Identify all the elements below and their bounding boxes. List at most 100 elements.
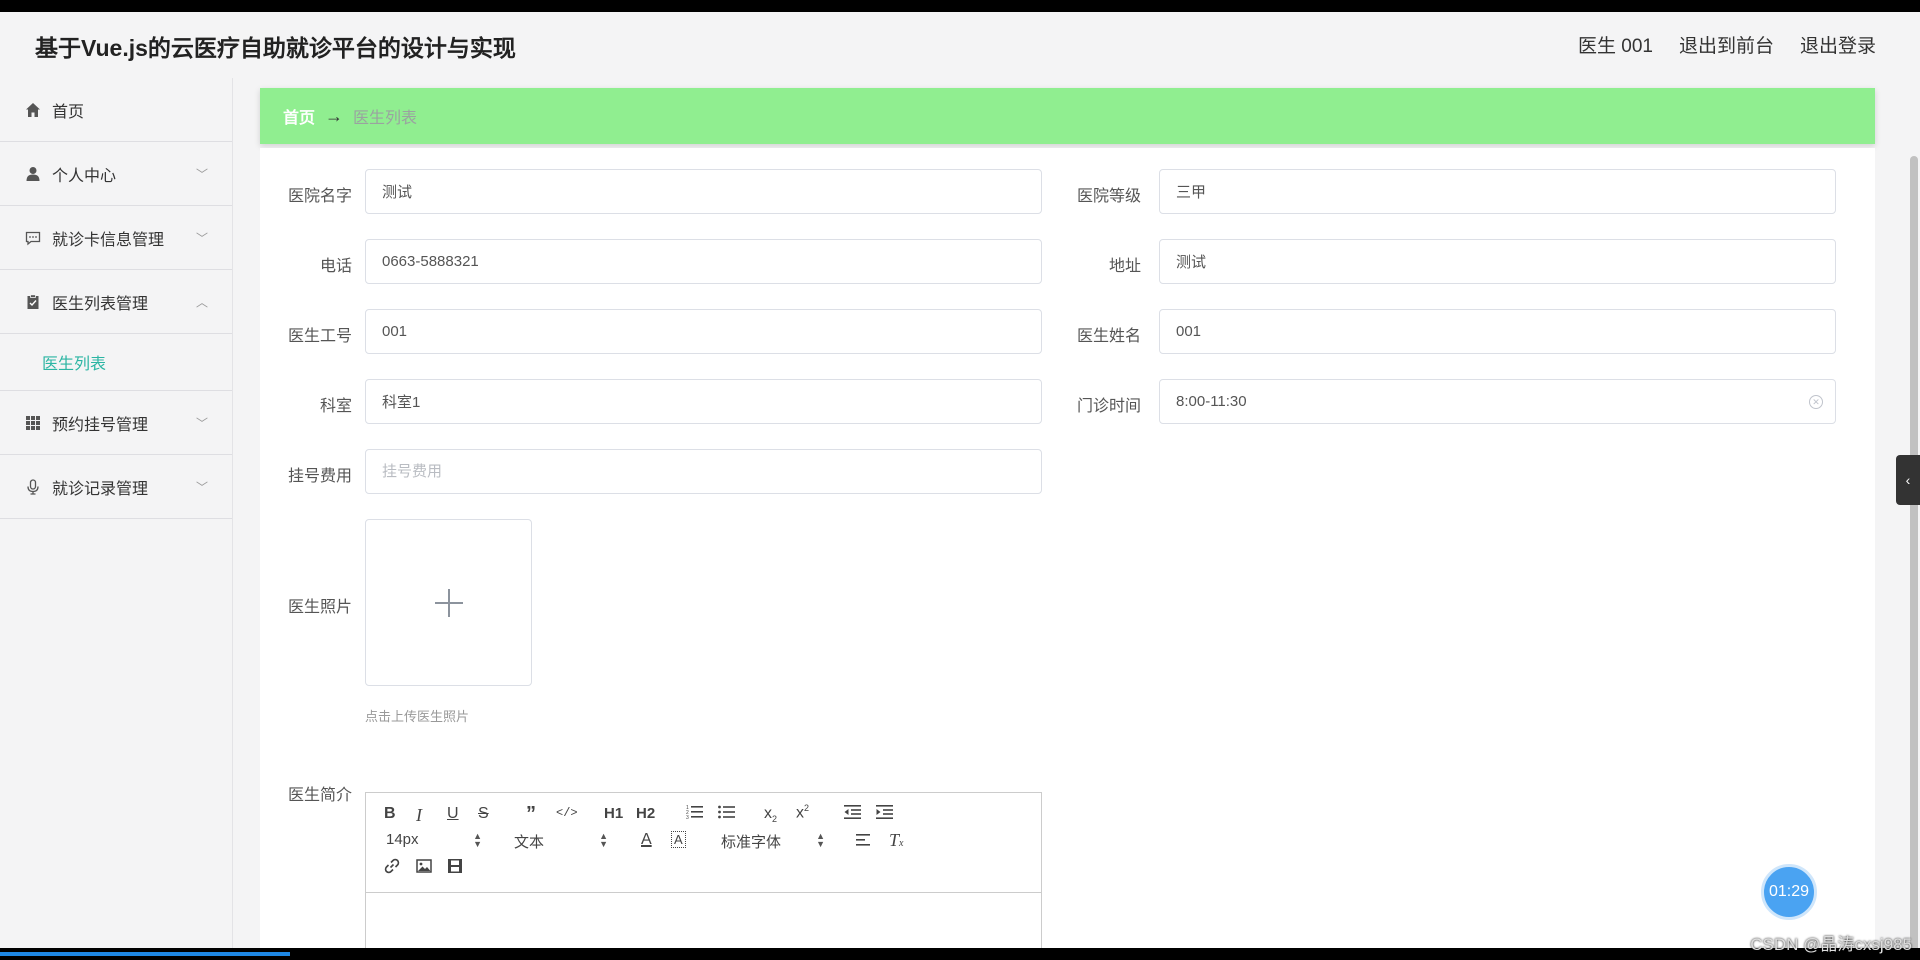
app-title: 基于Vue.js的云医疗自助就诊平台的设计与实现	[35, 35, 516, 61]
sidebar-item-visit-records[interactable]: 就诊记录管理 ﹀	[0, 455, 232, 519]
scrollbar-thumb[interactable]	[1910, 156, 1918, 948]
clipboard-icon	[25, 293, 41, 310]
timer-badge[interactable]: 01:29	[1761, 864, 1817, 920]
doctor-id-label: 医生工号	[287, 328, 352, 345]
progress-bar	[0, 952, 290, 956]
doctor-name-input[interactable]	[1159, 309, 1836, 354]
clinic-time-label: 门诊时间	[1076, 398, 1141, 415]
block-format-value: 文本	[514, 834, 545, 851]
editor-content[interactable]	[366, 893, 1041, 948]
screen: 基于Vue.js的云医疗自助就诊平台的设计与实现 医生 001 退出到前台 退出…	[0, 12, 1920, 948]
doctor-id-input[interactable]	[365, 309, 1042, 354]
sidebar-item-card-management[interactable]: 就诊卡信息管理 ﹀	[0, 206, 232, 270]
sidebar-subitem-doctor-list[interactable]: 医生列表	[0, 334, 232, 391]
chevron-left-icon[interactable]: ‹	[1896, 455, 1920, 505]
plus-icon	[434, 588, 463, 617]
clear-format-icon[interactable]: Tx	[889, 830, 903, 851]
phone-label: 电话	[319, 258, 352, 275]
doctor-form: 医院名字 医院等级 电话 地址 医生工号 医生姓名 科室 门诊时间 ✕ 挂号费用…	[260, 148, 1875, 948]
strikethrough-icon[interactable]: S	[478, 805, 489, 823]
sidebar: 首页 个人中心 ﹀ 就诊卡信息管理 ﹀ 医生列表管理 ︿ 医生列表 预约挂号管理…	[0, 78, 233, 948]
doctor-name-label: 医生姓名	[1076, 328, 1141, 345]
italic-icon[interactable]: I	[416, 805, 422, 826]
underline-icon[interactable]: U	[447, 805, 459, 823]
font-family-value: 标准字体	[721, 834, 782, 851]
svg-text:3: 3	[686, 815, 689, 820]
sidebar-item-label: 就诊记录管理	[52, 480, 149, 498]
sidebar-item-personal-center[interactable]: 个人中心 ﹀	[0, 142, 232, 206]
chevron-down-icon: ﹀	[195, 231, 208, 245]
breadcrumb: 首页 → 医生列表	[260, 88, 1875, 144]
image-icon[interactable]	[416, 858, 432, 879]
bold-icon[interactable]: B	[384, 805, 396, 823]
sidebar-item-label: 首页	[52, 103, 85, 121]
top-header: 基于Vue.js的云医疗自助就诊平台的设计与实现 医生 001 退出到前台 退出…	[0, 12, 1920, 78]
phone-input[interactable]	[365, 239, 1042, 284]
hospital-name-label: 医院名字	[287, 188, 352, 205]
subscript-icon[interactable]: x2	[764, 805, 777, 824]
hospital-level-input[interactable]	[1159, 169, 1836, 214]
unordered-list-icon[interactable]	[718, 804, 736, 825]
hospital-name-input[interactable]	[365, 169, 1042, 214]
chevron-down-icon: ﹀	[195, 167, 208, 181]
chevron-down-icon: ﹀	[195, 480, 208, 494]
chat-icon	[25, 230, 41, 246]
background-color-icon[interactable]: A	[671, 831, 686, 848]
chevron-down-icon: ﹀	[195, 416, 208, 430]
scrollbar[interactable]	[1906, 78, 1920, 948]
address-label: 地址	[1108, 258, 1141, 275]
photo-label: 医生照片	[287, 599, 352, 616]
watermark: CSDN @晶涛cxsj985	[1750, 935, 1912, 954]
select-caret-icon: ▲ ▼	[473, 831, 482, 849]
intro-label: 医生简介	[287, 787, 352, 804]
breadcrumb-current: 医生列表	[353, 110, 418, 127]
department-label: 科室	[319, 398, 352, 415]
logout-link[interactable]: 退出登录	[1800, 31, 1876, 58]
ordered-list-icon[interactable]: 123	[686, 804, 704, 825]
clear-icon[interactable]: ✕	[1809, 395, 1823, 409]
clinic-time-input[interactable]	[1159, 379, 1836, 424]
sidebar-item-label: 个人中心	[52, 167, 117, 185]
font-size-select[interactable]: 14px ▲ ▼	[386, 831, 482, 849]
sidebar-item-label: 就诊卡信息管理	[52, 231, 165, 249]
h2-icon[interactable]: H2	[636, 805, 655, 822]
fee-label: 挂号费用	[287, 468, 352, 485]
font-color-icon[interactable]: A	[641, 831, 652, 849]
h1-icon[interactable]: H1	[604, 805, 623, 822]
align-icon[interactable]	[856, 833, 872, 852]
breadcrumb-home[interactable]: 首页	[283, 104, 315, 128]
select-caret-icon: ▲ ▼	[599, 831, 608, 849]
hospital-level-label: 医院等级	[1076, 188, 1141, 205]
editor-toolbar: B I U S ” </> H1 H2 123 x2 x2 14px ▲ ▼ 文…	[366, 793, 1041, 893]
rich-text-editor: B I U S ” </> H1 H2 123 x2 x2 14px ▲ ▼ 文…	[365, 792, 1042, 948]
outdent-icon[interactable]	[844, 804, 862, 825]
video-icon[interactable]	[447, 858, 463, 879]
current-user[interactable]: 医生 001	[1578, 31, 1653, 58]
code-icon[interactable]: </>	[556, 806, 578, 820]
exit-to-front-link[interactable]: 退出到前台	[1679, 31, 1774, 58]
indent-icon[interactable]	[876, 804, 894, 825]
select-caret-icon: ▲ ▼	[816, 831, 825, 849]
grid-icon	[25, 415, 41, 431]
quote-icon[interactable]: ”	[526, 803, 536, 826]
user-icon	[25, 166, 41, 182]
sidebar-item-label: 预约挂号管理	[52, 416, 149, 434]
sidebar-item-home[interactable]: 首页	[0, 78, 232, 142]
home-icon	[25, 102, 41, 118]
font-size-value: 14px	[386, 831, 419, 848]
photo-upload-hint: 点击上传医生照片	[365, 709, 470, 724]
breadcrumb-separator: →	[325, 105, 344, 126]
sidebar-item-label: 医生列表管理	[52, 295, 149, 313]
department-input[interactable]	[365, 379, 1042, 424]
header-actions: 医生 001 退出到前台 退出登录	[1578, 31, 1876, 58]
link-icon[interactable]	[384, 858, 400, 879]
fee-input[interactable]	[365, 449, 1042, 494]
photo-upload[interactable]	[365, 519, 532, 686]
microphone-icon	[25, 478, 41, 495]
block-format-select[interactable]: 文本 ▲ ▼	[514, 831, 608, 852]
sidebar-item-appointment-management[interactable]: 预约挂号管理 ﹀	[0, 391, 232, 455]
font-family-select[interactable]: 标准字体 ▲ ▼	[721, 831, 825, 852]
superscript-icon[interactable]: x2	[796, 803, 809, 822]
address-input[interactable]	[1159, 239, 1836, 284]
sidebar-item-doctor-list-management[interactable]: 医生列表管理 ︿	[0, 270, 232, 334]
